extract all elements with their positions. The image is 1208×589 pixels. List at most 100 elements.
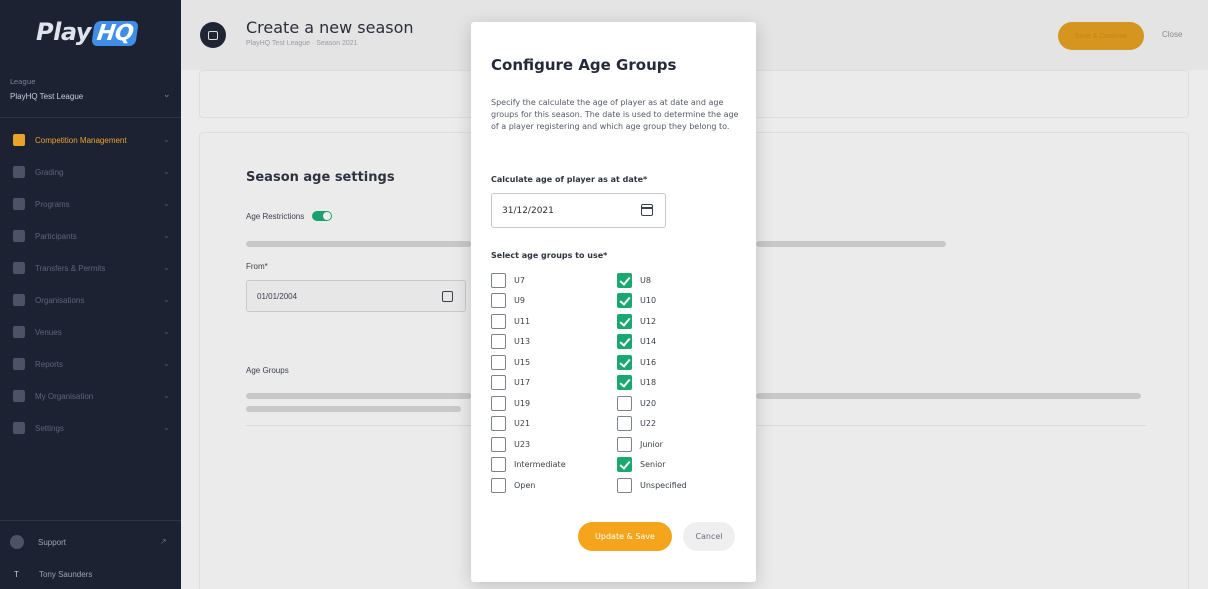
age-group-option[interactable]: U13 — [491, 334, 530, 350]
age-group-checkbox[interactable] — [491, 313, 506, 329]
age-group-checkbox[interactable] — [617, 293, 632, 308]
age-group-option[interactable]: U17 — [491, 375, 530, 391]
age-group-label: U15 — [514, 357, 531, 367]
age-group-option[interactable]: U20 — [617, 395, 656, 411]
age-group-checkbox[interactable] — [617, 334, 632, 349]
age-group-option[interactable]: U22 — [617, 416, 656, 432]
sidebar-item[interactable]: Settings ⌄ — [0, 412, 181, 444]
calendar-icon[interactable] — [641, 204, 653, 216]
sidebar-item[interactable]: Transfers & Permits ⌄ — [0, 252, 181, 284]
age-group-checkbox[interactable] — [491, 416, 506, 431]
age-group-option[interactable]: U12 — [617, 313, 656, 329]
sidebar-divider — [0, 117, 181, 118]
external-link-icon: ↗ — [160, 537, 167, 546]
sidebar-item[interactable]: My Organisation ⌄ — [0, 380, 181, 412]
sidebar-item[interactable]: Venues ⌄ — [0, 316, 181, 348]
age-group-option[interactable]: U11 — [491, 313, 530, 329]
update-save-button[interactable]: Update & Save — [578, 522, 672, 551]
chevron-down-icon: ⌄ — [163, 327, 170, 336]
age-group-option[interactable]: U21 — [491, 416, 530, 432]
age-group-checkbox[interactable] — [617, 375, 632, 390]
age-groups-label: Age Groups — [246, 366, 289, 375]
nav-icon — [13, 358, 25, 370]
close-button[interactable]: Close — [1162, 30, 1182, 39]
age-group-checkbox[interactable] — [491, 375, 506, 390]
support-link[interactable]: Support ↗ — [10, 535, 167, 549]
support-label: Support — [38, 537, 67, 547]
sidebar-nav: Competition Management ⌄ Grading ⌄ Programs ⌄… — [0, 124, 181, 444]
age-group-option[interactable]: U8 — [617, 272, 651, 288]
age-group-checkbox[interactable] — [617, 457, 632, 472]
age-group-checkbox[interactable] — [617, 354, 632, 370]
nav-icon — [13, 166, 25, 178]
sidebar-item[interactable]: Participants ⌄ — [0, 220, 181, 252]
age-group-label: Senior — [640, 460, 666, 469]
calendar-icon[interactable] — [442, 291, 453, 302]
modal-description: Specify the calculate the age of player … — [491, 98, 739, 131]
sidebar-item[interactable]: Reports ⌄ — [0, 348, 181, 380]
from-date-input[interactable]: 01/01/2004 — [246, 280, 466, 312]
age-group-option[interactable]: Senior — [617, 457, 665, 473]
age-group-option[interactable]: Intermediate — [491, 457, 566, 473]
nav-icon — [13, 422, 25, 434]
age-group-option[interactable]: U23 — [491, 436, 530, 452]
age-restrictions-toggle[interactable] — [312, 211, 333, 221]
age-group-option[interactable]: U18 — [617, 375, 656, 391]
age-group-label: U23 — [514, 439, 531, 449]
sidebar-item-label: Organisations — [35, 295, 85, 305]
chevron-down-icon: ⌄ — [163, 391, 170, 400]
age-group-checkbox[interactable] — [491, 293, 506, 308]
age-group-option[interactable]: U7 — [491, 272, 525, 288]
age-group-checkbox[interactable] — [617, 436, 632, 452]
age-group-checkbox[interactable] — [617, 272, 632, 288]
sidebar-item[interactable]: Organisations ⌄ — [0, 284, 181, 316]
age-group-checkbox[interactable] — [617, 395, 632, 411]
age-group-option[interactable]: U9 — [491, 293, 525, 309]
age-group-checkbox[interactable] — [491, 395, 506, 411]
age-group-option[interactable]: U10 — [617, 293, 656, 309]
age-group-checkbox[interactable] — [617, 416, 632, 431]
age-group-option[interactable]: U15 — [491, 354, 530, 370]
age-group-checkbox[interactable] — [491, 457, 506, 472]
age-group-checkbox[interactable] — [491, 436, 506, 452]
sidebar-item[interactable]: Competition Management ⌄ — [0, 124, 181, 156]
logo-badge: HQ — [91, 21, 139, 46]
sidebar-item[interactable]: Grading ⌄ — [0, 156, 181, 188]
age-group-checkbox[interactable] — [491, 477, 506, 493]
user-menu[interactable]: T Tony Saunders — [14, 570, 92, 579]
age-group-option[interactable]: U16 — [617, 354, 656, 370]
age-group-checkbox[interactable] — [491, 354, 506, 370]
nav-icon — [13, 198, 25, 210]
playhq-logo[interactable]: Play HQ — [36, 18, 139, 46]
sidebar-item-label: Transfers & Permits — [35, 263, 106, 273]
age-group-checkbox[interactable] — [491, 334, 506, 349]
page-subtitle: PlayHQ Test League · Season 2021 — [246, 40, 358, 47]
helper-text — [246, 393, 471, 399]
age-groups-select-label: Select age groups to use* — [491, 251, 608, 260]
age-group-option[interactable]: U19 — [491, 395, 530, 411]
age-group-checkbox[interactable] — [617, 313, 632, 329]
age-group-option[interactable]: Junior — [617, 436, 663, 452]
league-selector[interactable]: PlayHQ Test League — [10, 92, 83, 101]
help-icon — [10, 535, 24, 549]
logo-text: Play — [36, 18, 91, 46]
helper-text — [756, 393, 1141, 399]
age-group-label: U10 — [640, 296, 657, 305]
age-group-label: U19 — [514, 398, 531, 408]
chevron-down-icon[interactable]: ⌄ — [163, 90, 171, 100]
age-group-label: U17 — [514, 378, 531, 387]
age-group-option[interactable]: Open — [491, 477, 535, 493]
age-group-label: U8 — [640, 275, 651, 285]
age-group-option[interactable]: Unspecified — [617, 477, 687, 493]
age-group-checkbox[interactable] — [491, 272, 506, 288]
nav-icon — [13, 262, 25, 274]
age-date-input[interactable]: 31/12/2021 — [491, 193, 666, 228]
helper-text — [756, 241, 946, 247]
age-group-label: Junior — [640, 439, 663, 449]
sidebar-item[interactable]: Programs ⌄ — [0, 188, 181, 220]
from-date-value: 01/01/2004 — [257, 291, 298, 301]
save-continue-button[interactable]: Save & Continue — [1058, 22, 1144, 50]
cancel-button[interactable]: Cancel — [683, 522, 735, 551]
age-group-option[interactable]: U14 — [617, 334, 656, 350]
age-group-checkbox[interactable] — [617, 477, 632, 493]
